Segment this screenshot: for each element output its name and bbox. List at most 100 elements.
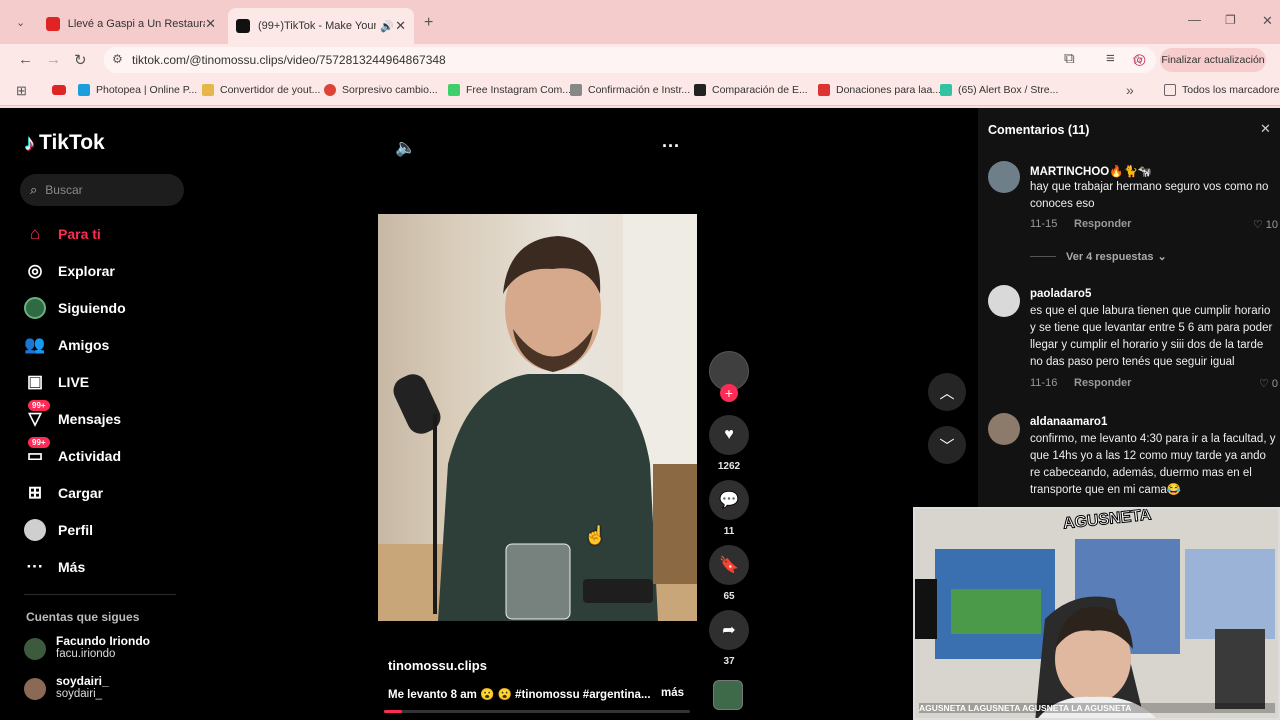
close-icon[interactable]: ✕ [395,18,406,34]
tiktok-logo[interactable]: ♪ TikTok [24,130,105,156]
comment-username[interactable]: MARTINCHOO🔥🐈🐄 [1030,164,1152,178]
extensions-icon[interactable]: ⧉ [1064,50,1075,67]
comment-like[interactable]: ♡ 0 [1259,377,1278,390]
nav-label: Cargar [58,485,104,501]
previous-video-button[interactable]: ︿ [928,373,966,411]
account-handle: soydairi_ [56,688,103,700]
like-button[interactable]: ♥ [709,415,749,455]
reload-icon[interactable]: ↻ [74,51,87,69]
forward-icon[interactable]: → [46,51,61,68]
photopea-icon [78,84,90,96]
avatar[interactable] [988,285,1020,317]
following-account[interactable]: soydairi_ soydairi_ [24,674,109,700]
reply-button[interactable]: Responder [1074,377,1131,389]
share-icon: ➦ [722,622,736,639]
bookmark-item[interactable]: Confirmación e Instr... [570,84,690,96]
chevron-right-icon[interactable]: » [1126,82,1134,98]
bookmark-item[interactable]: Free Instagram Com... [448,84,571,96]
bookmark-label: Convertidor de yout... [220,84,321,96]
comment-like[interactable]: ♡ 10 [1253,218,1278,231]
bookmark-item[interactable]: Comparación de E... [694,84,808,96]
close-icon[interactable]: ✕ [205,16,216,32]
nav-label: Siguiendo [58,300,126,316]
heart-icon: ♡ [1258,378,1272,390]
video-author[interactable]: tinomossu.clips [388,658,487,673]
bookmark-icon: 🔖 [719,557,739,574]
folder-icon [1164,84,1176,96]
comment-username[interactable]: paoladaro5 [1030,288,1091,300]
bookmark-item[interactable]: Sorpresivo cambio... [324,84,438,96]
video-player[interactable] [378,214,697,621]
bookmark-item[interactable]: (65) Alert Box / Stre... [940,84,1058,96]
next-video-button[interactable]: ﹀ [928,426,966,464]
nav-item-mas[interactable]: ··· Más [24,556,86,578]
restore-icon[interactable]: ❐ [1225,13,1236,27]
nav-item-para-ti[interactable]: ⌂ Para ti [24,223,101,245]
chevron-up-icon: ︿ [939,384,955,402]
new-tab-button[interactable]: + [424,14,433,32]
folder-icon [202,84,214,96]
youtube-bookmark-icon[interactable] [52,85,66,95]
nav-item-live[interactable]: ▣ LIVE [24,371,89,393]
more-options-icon[interactable]: ··· [662,136,680,157]
search-input[interactable]: ⌕ Buscar [20,174,184,206]
webcam-scene [915,509,1278,718]
avatar[interactable] [988,161,1020,193]
streamlabs-icon [940,84,952,96]
comment-button[interactable]: 💬 [709,480,749,520]
follow-button[interactable]: + [720,384,738,402]
comment-username[interactable]: aldanaamaro1 [1030,416,1107,428]
avatar[interactable] [988,413,1020,445]
apps-icon[interactable]: ⊞ [16,83,27,99]
bookmark-item[interactable]: Photopea | Online P... [78,84,197,96]
music-disc[interactable] [713,680,743,710]
all-bookmarks[interactable]: Todos los marcadores [1164,84,1280,96]
back-icon[interactable]: ← [18,51,33,68]
activity-icon: ▭ 99+ [24,437,50,467]
tab-tiktok[interactable]: (99+)TikTok - Make Your Day 🔊 ✕ [228,8,414,44]
progress-track[interactable] [384,710,690,713]
nav-item-amigos[interactable]: 👥 Amigos [24,334,109,356]
divider [24,594,176,595]
logo-text: TikTok [39,131,105,154]
tiktok-icon [236,19,250,33]
tab-search-icon[interactable]: ⌄ [16,16,25,29]
nav-item-perfil[interactable]: Perfil [24,519,93,541]
mouse-cursor: ☝ [584,525,607,545]
bookmark-item[interactable]: Donaciones para laa... [818,84,941,96]
divider [1030,256,1056,257]
reply-button[interactable]: Responder [1074,218,1131,230]
share-button[interactable]: ➦ [709,610,749,650]
profile-icon[interactable]: ◎ [1133,50,1146,68]
nav-item-actividad[interactable]: ▭ 99+ Actividad [24,437,121,467]
caption-more[interactable]: más [661,687,684,699]
upload-icon: ⊞ [27,483,43,502]
following-icon [24,297,46,319]
view-replies[interactable]: Ver 4 respuestas ⌄ [1030,250,1167,263]
bookmarks-bar: ⊞ Photopea | Online P... Convertidor de … [0,76,1280,106]
comment-date: 11-16 [1030,377,1058,389]
minimize-icon[interactable]: — [1188,12,1201,27]
nav-item-mensajes[interactable]: ▽ 99+ Mensajes [24,400,121,430]
media-icon[interactable]: ≡ [1106,50,1115,67]
webcam-overlay: AGUSNETA AGUSNETA LAGUSNETA AGUSNETA LA … [913,507,1280,720]
update-button[interactable]: Finalizar actualización [1160,48,1266,72]
home-icon: ⌂ [29,224,41,243]
nav-item-explorar[interactable]: ◎ Explorar [24,260,115,282]
tab-youtube[interactable]: Llevé a Gaspi a Un Restaurante ✕ [38,10,224,38]
save-button[interactable]: 🔖 [709,545,749,585]
close-window-icon[interactable]: ✕ [1262,13,1273,29]
account-name: Facundo Iriondo [56,634,150,648]
nav-item-siguiendo[interactable]: Siguiendo [24,297,126,319]
social-handles: AGUSNETA LAGUSNETA AGUSNETA LA AGUSNETA [919,703,1275,713]
bookmark-item[interactable]: Convertidor de yout... [202,84,320,96]
speaker-icon[interactable]: 🔊 [380,20,394,33]
nav-item-cargar[interactable]: ⊞ Cargar [24,482,103,504]
close-icon[interactable]: ✕ [1260,121,1271,137]
address-bar[interactable]: ⚙ tiktok.com/@tinomossu.clips/video/7572… [104,47,1156,73]
following-account[interactable]: Facundo Iriondo facu.iriondo [24,634,150,660]
nav-label: LIVE [58,374,90,390]
site-info-icon[interactable]: ⚙ [112,52,123,66]
friends-icon: 👥 [24,335,46,354]
volume-icon[interactable]: 🔈 [395,138,416,158]
